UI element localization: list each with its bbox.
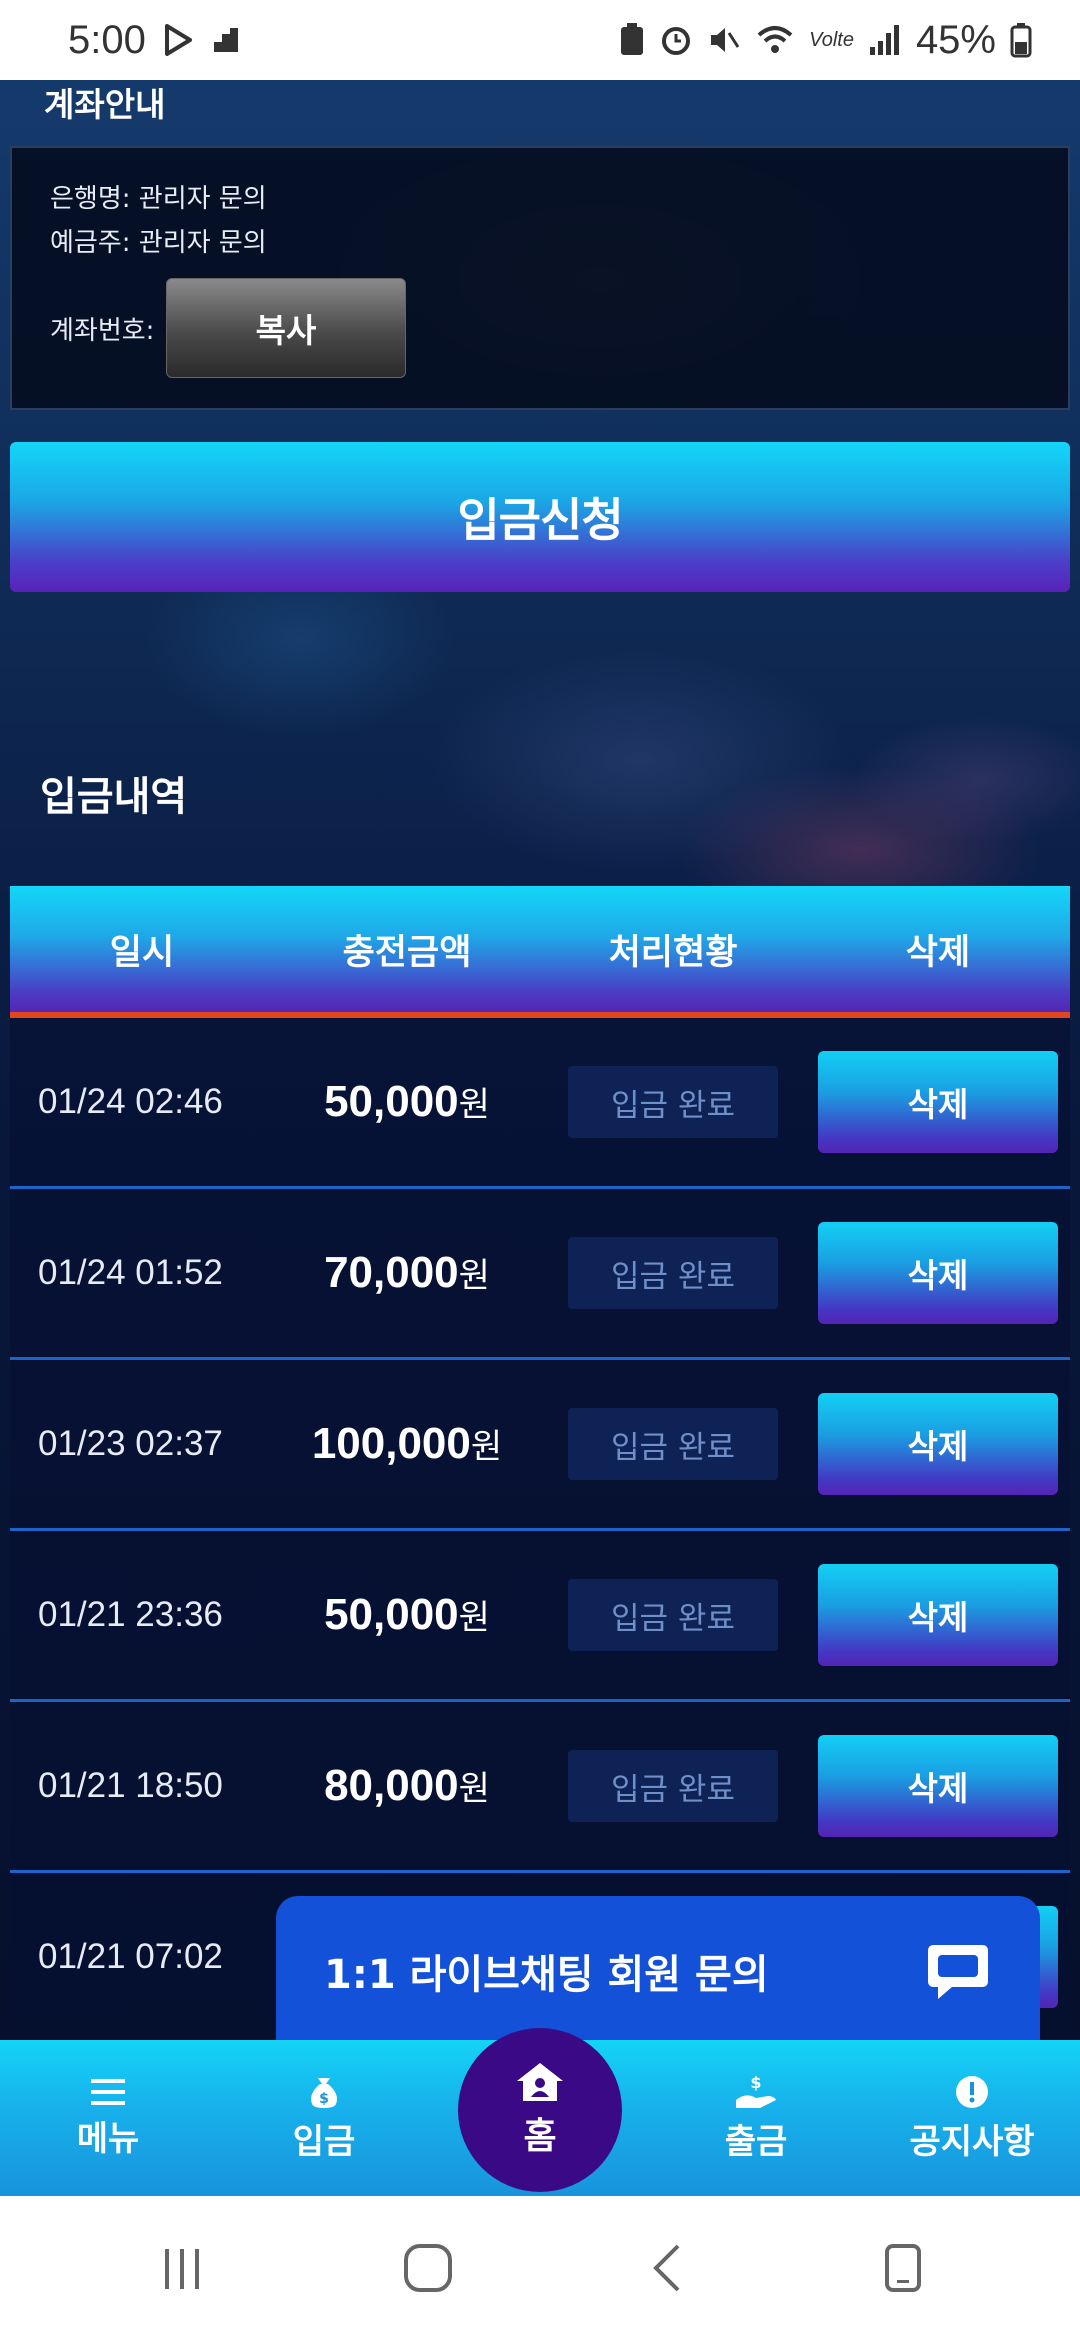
home-icon — [517, 2063, 563, 2101]
battery-percent: 45% — [915, 17, 996, 62]
chat-bubble-icon — [928, 1945, 988, 1999]
nav-notice[interactable]: 공지사항 — [864, 2074, 1080, 2163]
stairs-icon — [213, 28, 238, 52]
nav-notice-label: 공지사항 — [909, 2121, 1035, 2162]
svg-text:$: $ — [750, 2074, 761, 2092]
account-holder-text: 예금주: 관리자 문의 — [50, 228, 267, 258]
nav-withdraw[interactable]: $ 출금 — [648, 2074, 864, 2163]
amount-value: 50,000 — [324, 1590, 459, 1639]
deposit-apply-button[interactable]: 입금신청 — [10, 442, 1070, 592]
keyboard-switch-icon[interactable] — [883, 2242, 923, 2294]
mute-icon — [711, 28, 740, 52]
nav-deposit-label: 입금 — [292, 2121, 356, 2162]
row-amount: 70,000원 — [274, 1248, 540, 1298]
home-button-icon[interactable] — [402, 2242, 454, 2294]
bank-name-text: 은행명: 관리자 문의 — [50, 184, 267, 214]
nav-withdraw-label: 출금 — [724, 2121, 788, 2162]
back-icon[interactable] — [648, 2242, 688, 2294]
delete-button[interactable]: 삭제 — [818, 1564, 1058, 1666]
nav-home-label: 홈 — [523, 2116, 557, 2157]
money-bag-icon: $ — [311, 2077, 337, 2108]
header-status: 처리현황 — [608, 932, 738, 973]
row-datetime: 01/21 18:50 — [38, 1766, 223, 1805]
battery-saver-icon — [621, 23, 644, 55]
wifi-icon — [757, 26, 793, 53]
amount-value: 70,000 — [324, 1248, 459, 1297]
currency-suffix: 원 — [470, 1428, 503, 1466]
status-badge: 입금 완료 — [568, 1579, 778, 1651]
hamburger-icon — [91, 2078, 125, 2105]
account-number-label: 계좌번호: — [50, 316, 155, 346]
row-amount: 50,000원 — [274, 1077, 540, 1127]
row-datetime: 01/23 02:37 — [38, 1424, 223, 1463]
row-datetime: 01/21 07:02 — [38, 1937, 223, 1976]
row-amount: 50,000원 — [274, 1590, 540, 1640]
deposit-history-title: 입금내역 — [40, 774, 188, 820]
svg-text:$: $ — [319, 2091, 329, 2107]
live-chat-label: 1:1 라이브채팅 회원 문의 — [324, 1952, 769, 1998]
currency-suffix: 원 — [458, 1086, 490, 1124]
table-row: 01/23 02:37 100,000원 입금 완료 삭제 — [10, 1360, 1070, 1531]
amount-value: 50,000 — [324, 1077, 459, 1126]
currency-suffix: 원 — [458, 1599, 490, 1637]
live-chat-button[interactable]: 1:1 라이브채팅 회원 문의 — [276, 1896, 1040, 2046]
table-row: 01/24 01:52 70,000원 입금 완료 삭제 — [10, 1189, 1070, 1360]
table-row: 01/21 23:36 50,000원 입금 완료 삭제 — [10, 1531, 1070, 1702]
status-time: 5:00 — [68, 17, 146, 62]
nav-deposit[interactable]: $ 입금 — [216, 2074, 432, 2163]
status-badge: 입금 완료 — [568, 1066, 778, 1138]
row-status: 입금 완료 — [540, 1750, 806, 1822]
status-badge: 입금 완료 — [568, 1237, 778, 1309]
row-status: 입금 완료 — [540, 1579, 806, 1651]
table-row: 01/21 18:50 80,000원 입금 완료 삭제 — [10, 1702, 1070, 1873]
alarm-icon — [662, 27, 691, 55]
system-nav-bar — [0, 2196, 1080, 2340]
delete-button[interactable]: 삭제 — [818, 1393, 1058, 1495]
delete-button[interactable]: 삭제 — [818, 1735, 1058, 1837]
status-badge: 입금 완료 — [568, 1408, 778, 1480]
account-info-title: 계좌안내 — [44, 85, 166, 124]
row-datetime: 01/21 23:36 — [38, 1595, 223, 1634]
row-amount: 100,000원 — [274, 1419, 540, 1469]
row-datetime: 01/24 01:52 — [38, 1253, 223, 1292]
row-amount: 80,000원 — [274, 1761, 540, 1811]
nav-menu[interactable]: 메뉴 — [0, 2077, 216, 2160]
amount-value: 100,000 — [311, 1419, 471, 1468]
hand-coin-icon: $ — [736, 2074, 776, 2108]
history-table-body: 01/24 02:46 50,000원 입금 완료 삭제 01/24 01:52… — [10, 1018, 1070, 2038]
table-row: 01/24 02:46 50,000원 입금 완료 삭제 — [10, 1018, 1070, 1189]
row-status: 입금 완료 — [540, 1237, 806, 1309]
delete-button[interactable]: 삭제 — [818, 1222, 1058, 1324]
amount-value: 80,000 — [324, 1761, 459, 1810]
history-table-header: 일시 충전금액 처리현황 삭제 — [10, 886, 1070, 1018]
row-status: 입금 완료 — [540, 1066, 806, 1138]
battery-icon — [1010, 23, 1032, 58]
copy-button[interactable]: 복사 — [166, 278, 406, 378]
status-badge: 입금 완료 — [568, 1750, 778, 1822]
row-datetime: 01/24 02:46 — [38, 1082, 223, 1121]
header-datetime: 일시 — [109, 932, 175, 973]
currency-suffix: 원 — [458, 1770, 490, 1808]
currency-suffix: 원 — [458, 1257, 490, 1295]
nav-home[interactable]: 홈 — [458, 2028, 622, 2192]
account-info-box: 은행명: 관리자 문의 예금주: 관리자 문의 계좌번호: 복사 — [10, 146, 1070, 410]
recent-apps-icon[interactable] — [157, 2243, 207, 2293]
header-amount: 충전금액 — [342, 932, 472, 973]
delete-button[interactable]: 삭제 — [818, 1051, 1058, 1153]
nav-menu-label: 메뉴 — [76, 2118, 140, 2159]
info-exclamation-icon — [956, 2075, 988, 2108]
row-status: 입금 완료 — [540, 1408, 806, 1480]
header-delete: 삭제 — [905, 932, 971, 973]
play-store-icon — [164, 24, 192, 56]
volte-label: Volte — [809, 28, 854, 51]
status-bar: 5:00 Volte 45% — [0, 0, 1080, 80]
signal-icon — [869, 25, 899, 55]
